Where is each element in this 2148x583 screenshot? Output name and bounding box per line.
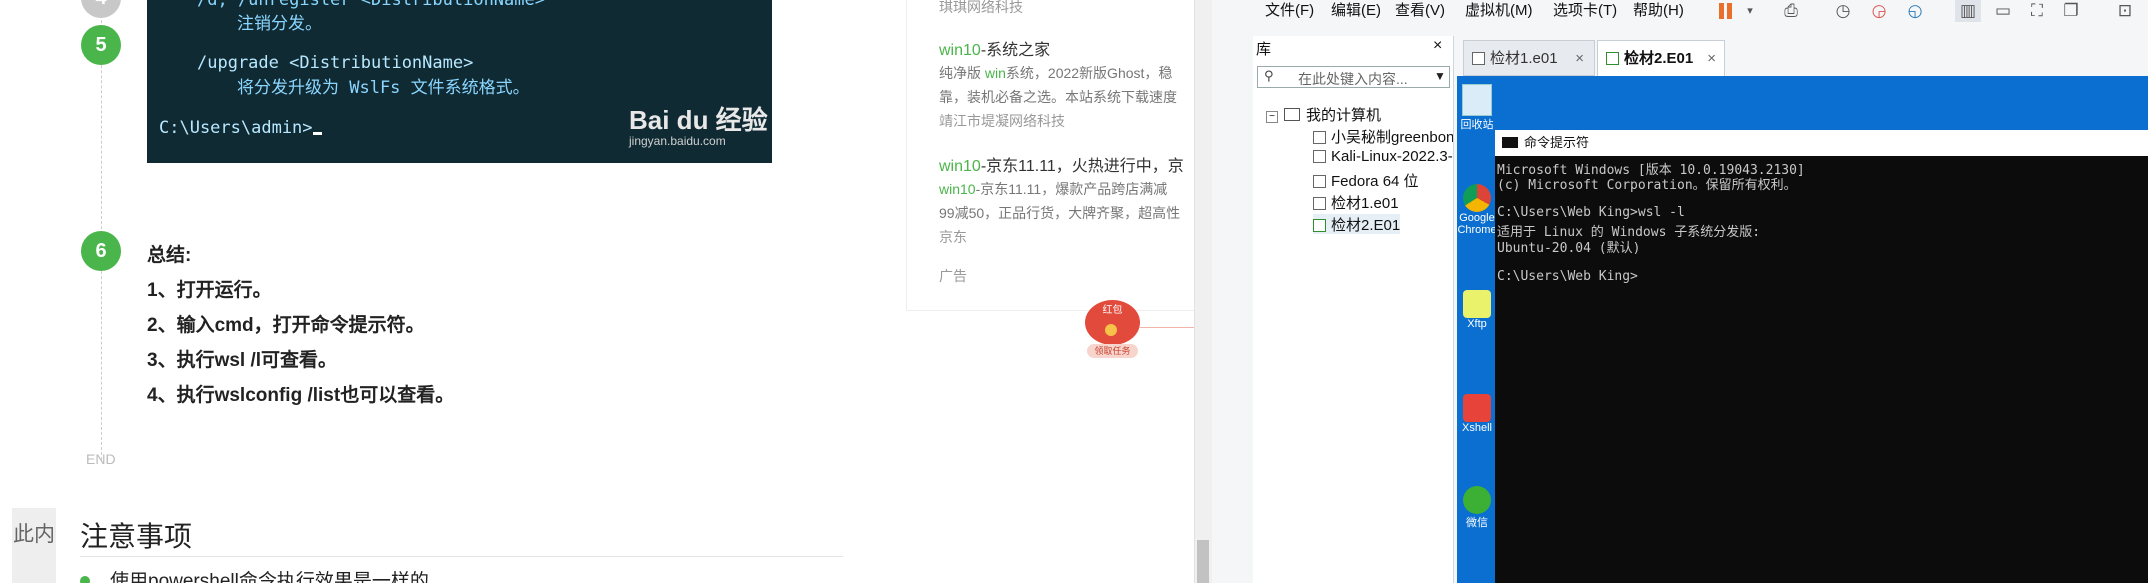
- send-keys-icon[interactable]: ⎙: [1778, 0, 1804, 22]
- computer-icon: [1284, 108, 1300, 121]
- notes-heading: 注意事项: [80, 521, 193, 552]
- terminal-line: 将分发升级为 WslFs 文件系统格式。: [237, 78, 530, 98]
- snapshot-manager-icon[interactable]: ◵: [1902, 0, 1928, 22]
- menu-view[interactable]: 查看(V): [1395, 0, 1445, 22]
- terminal-prompt: C:\Users\admin>: [159, 118, 322, 138]
- running-vm-icon: [1313, 219, 1326, 232]
- vm-icon: [1313, 175, 1326, 188]
- pause-icon[interactable]: [1712, 0, 1738, 22]
- revert-snapshot-icon[interactable]: ◶: [1866, 0, 1892, 22]
- ad-source: 靖江市堤凝网络科技: [939, 113, 1065, 129]
- summary-item: 2、输入cmd，打开命令提示符。: [147, 315, 425, 336]
- page-scrollbar[interactable]: [1194, 0, 1213, 583]
- recycle-bin-icon[interactable]: 回收站: [1457, 84, 1497, 132]
- library-title: 库: [1256, 41, 1272, 58]
- console-icon[interactable]: ⊡: [2112, 0, 2138, 22]
- ad-description: 纯净版 win系统，2022新版Ghost，稳: [939, 65, 1173, 81]
- vm-item[interactable]: Fedora 64 位: [1313, 170, 1419, 191]
- xftp-icon[interactable]: Xftp: [1457, 290, 1497, 330]
- cmd-prompt[interactable]: C:\Users\Web King>: [1497, 269, 1638, 284]
- scrollbar-thumb[interactable]: [1197, 540, 1209, 583]
- tab-close-icon[interactable]: ×: [1575, 41, 1584, 77]
- tab-vm-1[interactable]: 检材1.e01 ×: [1463, 40, 1595, 76]
- library-view-icon[interactable]: ▥: [1955, 0, 1981, 22]
- chrome-icon[interactable]: Google Chrome: [1457, 184, 1497, 236]
- ad-panel: 琪琪网络科技 win10-系统之家 纯净版 win系统，2022新版Ghost，…: [906, 0, 1195, 311]
- ad-description: 靠，装机必备之选。本站系统下载速度: [939, 89, 1177, 105]
- search-icon: ⚲: [1264, 68, 1274, 83]
- step-4-badge: 4: [81, 0, 121, 18]
- side-tag[interactable]: 此内: [12, 508, 56, 583]
- menu-tabs[interactable]: 选项卡(T): [1553, 0, 1617, 22]
- vm-item[interactable]: Kali-Linux-2022.3-vm: [1313, 148, 1453, 165]
- ad-description: 99减50，正品行货，大牌齐聚，超高性: [939, 205, 1181, 221]
- library-close-button[interactable]: ×: [1433, 37, 1442, 55]
- tab-vm-2-active[interactable]: 检材2.E01 ×: [1597, 40, 1725, 76]
- ad-description: win10-京东11.11，爆款产品跨店满减: [939, 181, 1168, 197]
- baidu-jingyan-logo: Bai du 经验: [629, 105, 768, 135]
- step-5-badge: 5: [81, 25, 121, 65]
- notes-divider: [80, 556, 843, 557]
- cmd-icon: [1502, 137, 1518, 148]
- vm-item-selected[interactable]: 检材2.E01: [1313, 214, 1401, 234]
- terminal-line: /upgrade <DistributionName>: [197, 53, 474, 73]
- menu-file[interactable]: 文件(F): [1265, 0, 1314, 22]
- notes-item: 使用powershell命令执行效果是一样的: [110, 571, 429, 583]
- menu-help[interactable]: 帮助(H): [1633, 0, 1684, 22]
- vm-icon: [1472, 52, 1485, 65]
- summary-item: 3、执行wsl /l可查看。: [147, 350, 338, 371]
- cmd-output-line: C:\Users\Web King>wsl -l: [1497, 205, 1685, 220]
- cmd-titlebar[interactable]: 命令提示符: [1495, 130, 2148, 156]
- watermark-url: jingyan.baidu.com: [629, 134, 726, 148]
- bullet-icon: [80, 576, 90, 583]
- thumbnail-icon[interactable]: ▭: [1990, 0, 2016, 22]
- running-vm-icon: [1606, 52, 1619, 65]
- step-6-badge: 6: [81, 231, 121, 271]
- vm-item[interactable]: 检材1.e01: [1313, 192, 1399, 213]
- xshell-icon[interactable]: Xshell: [1457, 394, 1497, 434]
- red-packet-label: 领取任务: [1087, 344, 1138, 358]
- ad-source: 京东: [939, 229, 967, 245]
- vm-item[interactable]: 小吴秘制greenbone: [1313, 126, 1453, 147]
- summary-heading: 总结:: [147, 245, 192, 266]
- vm-icon: [1313, 131, 1326, 144]
- red-packet-icon: 红包: [1085, 300, 1140, 345]
- unity-icon[interactable]: ❐: [2058, 0, 2084, 22]
- menu-edit[interactable]: 编辑(E): [1331, 0, 1381, 22]
- fullscreen-icon[interactable]: ⛶: [2024, 0, 2050, 22]
- red-packet-line: [1140, 327, 1194, 328]
- chevron-down-icon[interactable]: ▼: [1434, 69, 1446, 83]
- search-input[interactable]: 在此处键入内容...: [1298, 69, 1408, 89]
- cmd-output-line: (c) Microsoft Corporation。保留所有权利。: [1497, 178, 1797, 193]
- menu-vm[interactable]: 虚拟机(M): [1465, 0, 1533, 22]
- chevron-down-icon[interactable]: ▾: [1737, 0, 1763, 22]
- snapshot-icon[interactable]: ◷: [1830, 0, 1856, 22]
- vm-list: 小吴秘制greenbone Kali-Linux-2022.3-vm Fedor…: [1313, 124, 1453, 234]
- terminal-line: 注销分发。: [237, 14, 322, 34]
- ad-title-link[interactable]: win10-系统之家: [939, 36, 1050, 60]
- ad-source: 琪琪网络科技: [939, 0, 1023, 15]
- tab-close-icon[interactable]: ×: [1707, 41, 1716, 77]
- cmd-window[interactable]: [1495, 130, 2148, 583]
- ad-label: 广告: [939, 268, 967, 284]
- coin-icon: [1105, 324, 1117, 336]
- cmd-output-line: Ubuntu-20.04 (默认): [1497, 241, 1641, 256]
- step-timeline: [101, 0, 102, 460]
- ad-title-link[interactable]: win10-京东11.11，火热进行中，京: [939, 152, 1184, 176]
- collapse-icon[interactable]: −: [1266, 111, 1278, 123]
- red-packet-widget[interactable]: 红包 领取任务: [1085, 300, 1140, 362]
- vm-icon: [1313, 150, 1326, 163]
- wechat-icon[interactable]: 微信: [1457, 486, 1497, 530]
- tree-root-my-computer[interactable]: − 我的计算机: [1266, 104, 1381, 125]
- library-search-box[interactable]: ⚲ 在此处键入内容... ▼: [1257, 66, 1450, 88]
- end-label: END: [86, 451, 116, 467]
- summary-item: 1、打开运行。: [147, 280, 272, 301]
- vm-icon: [1313, 197, 1326, 210]
- step-5-screenshot: /d, /unregister <DistributionName> 注销分发。…: [147, 0, 772, 163]
- summary-item: 4、执行wslconfig /list也可以查看。: [147, 385, 455, 406]
